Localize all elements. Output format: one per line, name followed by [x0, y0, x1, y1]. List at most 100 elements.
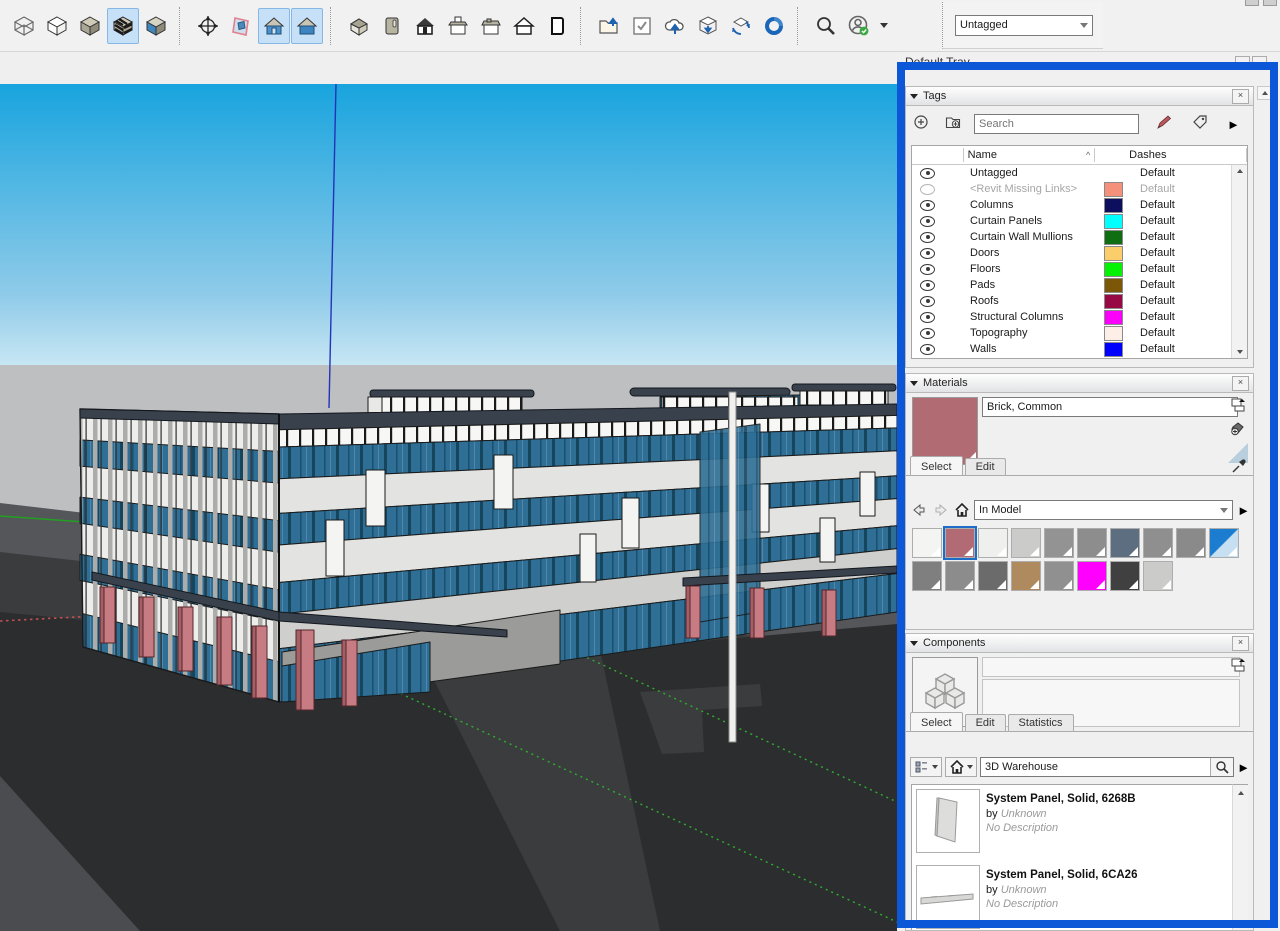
collection-combobox[interactable]: In Model: [974, 500, 1233, 520]
search-button[interactable]: [1210, 758, 1233, 776]
components-nav-field[interactable]: 3D Warehouse: [980, 757, 1234, 777]
tag-name-label[interactable]: Pads: [970, 279, 995, 291]
tag-name-label[interactable]: Untagged: [970, 167, 1018, 179]
tag-row[interactable]: Walls Default: [912, 341, 1232, 357]
material-swatch[interactable]: [945, 528, 975, 558]
eye-visible-icon[interactable]: [920, 216, 935, 227]
window-controls[interactable]: [1245, 0, 1277, 6]
forward-arrow-icon[interactable]: [932, 502, 950, 518]
tag-dashes-value[interactable]: Default: [1140, 215, 1175, 227]
tag-dashes-value[interactable]: Default: [1140, 183, 1175, 195]
components-close-button[interactable]: ×: [1232, 636, 1249, 651]
component-name-field[interactable]: [982, 657, 1240, 677]
tags-panel-header[interactable]: Tags ×: [906, 87, 1253, 106]
components-tab-statistics[interactable]: Statistics: [1008, 714, 1074, 732]
tag-color-swatch[interactable]: [1104, 310, 1123, 325]
components-tab-select[interactable]: Select: [910, 712, 963, 732]
collapse-triangle-icon[interactable]: [910, 381, 918, 386]
create-material-icon[interactable]: [1230, 420, 1246, 436]
tray-scroll-up-button[interactable]: [1257, 86, 1273, 100]
col-name-label[interactable]: Name: [968, 149, 997, 161]
tags-search-input[interactable]: [974, 114, 1139, 134]
view-house-iso-button[interactable]: [291, 8, 323, 44]
tag-name-label[interactable]: Structural Columns: [970, 311, 1064, 323]
material-swatch[interactable]: [1011, 561, 1041, 591]
tag-name-label[interactable]: Floors: [970, 263, 1001, 275]
tag-color-swatch[interactable]: [1104, 326, 1123, 341]
view-top-button[interactable]: [442, 8, 474, 44]
eye-visible-icon[interactable]: [920, 200, 935, 211]
tag-name-label[interactable]: Topography: [970, 327, 1028, 339]
materials-tab-select[interactable]: Select: [910, 456, 963, 476]
tag-color-swatch[interactable]: [1104, 294, 1123, 309]
eyedropper-icon[interactable]: [1231, 458, 1247, 474]
eye-visible-icon[interactable]: [920, 344, 935, 355]
eye-visible-icon[interactable]: [920, 232, 935, 243]
tag-row[interactable]: Curtain Panels Default: [912, 213, 1232, 229]
material-swatch[interactable]: [978, 561, 1008, 591]
tag-row[interactable]: UntaggedDefault: [912, 165, 1232, 181]
open-upload-button[interactable]: [593, 8, 625, 44]
home-icon[interactable]: [954, 502, 970, 518]
tag-dashes-value[interactable]: Default: [1140, 343, 1175, 355]
view-side-button[interactable]: [376, 8, 408, 44]
look-around-button[interactable]: [192, 8, 224, 44]
eye-visible-icon[interactable]: [920, 296, 935, 307]
view-right-button[interactable]: [541, 8, 573, 44]
tag-dashes-value[interactable]: Default: [1140, 247, 1175, 259]
material-swatch[interactable]: [945, 561, 975, 591]
material-swatch[interactable]: [1077, 561, 1107, 591]
tags-close-button[interactable]: ×: [1232, 89, 1249, 104]
tag-color-swatch[interactable]: [1104, 182, 1123, 197]
section-plane-button[interactable]: [225, 8, 257, 44]
publish-3d-warehouse-button[interactable]: [659, 8, 691, 44]
eye-visible-icon[interactable]: [920, 168, 935, 179]
tag-dashes-value[interactable]: Default: [1140, 327, 1175, 339]
style-wireframe-button[interactable]: [8, 8, 40, 44]
tag-dashes-value[interactable]: Default: [1140, 311, 1175, 323]
tags-details-arrow[interactable]: ►: [1227, 118, 1240, 131]
tag-name-label[interactable]: Curtain Panels: [970, 215, 1042, 227]
material-swatch[interactable]: [1044, 561, 1074, 591]
style-shaded-textures-button[interactable]: [107, 8, 139, 44]
style-monochrome-button[interactable]: [140, 8, 172, 44]
eye-visible-icon[interactable]: [920, 328, 935, 339]
tag-row[interactable]: PadsDefault: [912, 277, 1232, 293]
style-shaded-button[interactable]: [74, 8, 106, 44]
tray-pin-button[interactable]: [1235, 56, 1250, 70]
tag-row[interactable]: Structural Columns Default: [912, 309, 1232, 325]
tag-name-label[interactable]: Doors: [970, 247, 999, 259]
tag-color-swatch[interactable]: [1104, 278, 1123, 293]
components-details-arrow[interactable]: ►: [1237, 761, 1250, 774]
tag-dashes-value[interactable]: Default: [1140, 295, 1175, 307]
material-swatch[interactable]: [1110, 528, 1140, 558]
search-sketchup-button[interactable]: [810, 8, 842, 44]
material-swatch[interactable]: [1176, 528, 1206, 558]
eye-visible-icon[interactable]: [920, 280, 935, 291]
tag-name-label[interactable]: <Revit Missing Links>: [970, 183, 1077, 195]
tags-table-header[interactable]: Name ^ Dashes: [912, 146, 1247, 165]
account-signin-button[interactable]: [843, 8, 875, 44]
view-back-button[interactable]: [475, 8, 507, 44]
tag-name-label[interactable]: Columns: [970, 199, 1013, 211]
components-panel-header[interactable]: Components ×: [906, 634, 1253, 653]
tag-name-label[interactable]: Walls: [970, 343, 996, 355]
tag-filter-combobox[interactable]: Untagged: [955, 15, 1093, 36]
account-dropdown-caret[interactable]: [880, 23, 888, 28]
materials-details-arrow[interactable]: ►: [1237, 504, 1250, 517]
view-iso-button[interactable]: [343, 8, 375, 44]
materials-panel-header[interactable]: Materials ×: [906, 374, 1253, 393]
tray-scrollbar[interactable]: [1257, 86, 1273, 931]
purge-pencil-icon[interactable]: [1153, 114, 1175, 134]
eye-visible-icon[interactable]: [920, 312, 935, 323]
tag-dashes-value[interactable]: Default: [1140, 263, 1175, 275]
view-house-front-button[interactable]: [258, 8, 290, 44]
components-home-button[interactable]: [945, 757, 977, 777]
component-thumbnail[interactable]: [916, 865, 980, 929]
tag-row[interactable]: <Revit Missing Links> Default: [912, 181, 1232, 197]
component-title[interactable]: System Panel, Solid, 6CA26: [986, 869, 1137, 881]
collapse-triangle-icon[interactable]: [910, 94, 918, 99]
tag-color-swatch[interactable]: [1104, 262, 1123, 277]
get-models-button[interactable]: [692, 8, 724, 44]
materials-close-button[interactable]: ×: [1232, 376, 1249, 391]
